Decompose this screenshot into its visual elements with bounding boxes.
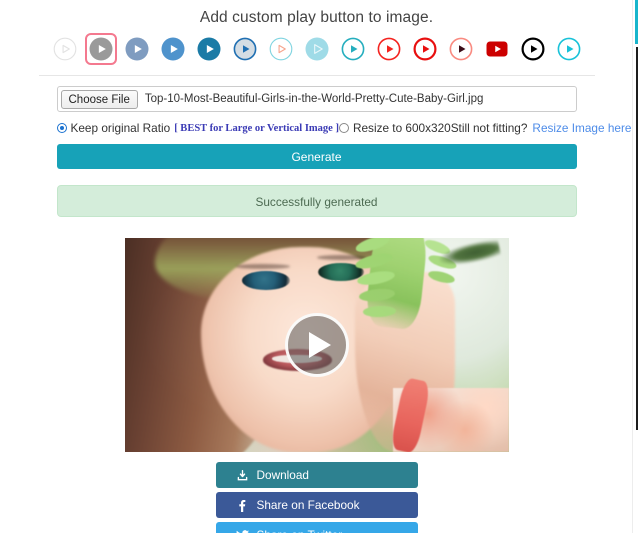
play-style-soft-cyan[interactable]: [300, 33, 333, 65]
resize-image-here-link[interactable]: Resize Image here: [532, 121, 631, 135]
play-style-ring-black[interactable]: [516, 33, 549, 65]
play-style-solid-steel-blue[interactable]: [120, 33, 153, 65]
action-buttons: Download Share on Facebook Share on Twit…: [215, 462, 418, 533]
play-style-outline-gray-light[interactable]: [48, 33, 81, 65]
page-title: Add custom play button to image.: [199, 9, 434, 26]
choose-file-button[interactable]: Choose File: [60, 89, 138, 109]
play-style-ring-salmon-dark-tri[interactable]: [444, 33, 477, 65]
download-button[interactable]: Download: [215, 462, 418, 488]
file-upload-row[interactable]: Choose File Top-10-Most-Beautiful-Girls-…: [56, 86, 577, 112]
twitter-icon: [235, 529, 250, 533]
scrollbar-track-marker: [636, 47, 638, 430]
share-twitter-button[interactable]: Share on Twitter: [215, 522, 418, 533]
play-style-ring-red-thick[interactable]: [408, 33, 441, 65]
radio-keep-original-ratio[interactable]: [56, 123, 67, 133]
play-style-youtube-rounded-rect[interactable]: [480, 33, 513, 65]
download-button-label: Download: [256, 468, 309, 482]
share-facebook-label: Share on Facebook: [256, 498, 360, 512]
play-style-ring-teal[interactable]: [336, 33, 369, 65]
play-style-solid-deep-teal-blue[interactable]: [192, 33, 225, 65]
play-button-style-picker[interactable]: [0, 33, 633, 69]
share-twitter-label: Share on Twitter: [257, 528, 343, 533]
play-overlay-icon[interactable]: [284, 313, 349, 377]
play-style-ring-blue-gray-fill[interactable]: [228, 33, 261, 65]
label-resize-600x320[interactable]: Resize to 600x320: [353, 121, 451, 135]
resize-options-row: Keep original Ratio [ BEST for Large or …: [56, 121, 631, 135]
play-triangle-icon: [309, 332, 331, 358]
selected-file-name: Top-10-Most-Beautiful-Girls-in-the-World…: [144, 93, 484, 105]
play-style-ring-red-thin[interactable]: [372, 33, 405, 65]
scrollbar-thumb[interactable]: [635, 0, 638, 44]
facebook-icon: [235, 499, 250, 512]
play-style-outline-peach[interactable]: [264, 33, 297, 65]
play-style-solid-medium-blue[interactable]: [156, 33, 189, 65]
form-area: Choose File Top-10-Most-Beautiful-Girls-…: [56, 76, 631, 217]
play-style-ring-cyan-gradient[interactable]: [552, 33, 585, 65]
best-for-large-note: [ BEST for Large or Vertical Image ]: [174, 122, 339, 134]
generate-button[interactable]: Generate: [56, 144, 577, 169]
page-root: Add custom play button to image. Choose …: [0, 0, 633, 533]
radio-resize-600x320[interactable]: [338, 123, 349, 133]
image-preview[interactable]: [124, 238, 509, 452]
label-keep-original-ratio[interactable]: Keep original Ratio: [71, 121, 171, 135]
photo-brow-left: [235, 263, 290, 270]
status-message: Successfully generated: [56, 185, 577, 217]
vertical-scrollbar[interactable]: [633, 0, 640, 533]
still-not-fitting-text: Still not fitting?: [450, 121, 528, 135]
share-facebook-button[interactable]: Share on Facebook: [215, 492, 418, 518]
download-icon: [235, 469, 250, 481]
play-style-solid-gray[interactable]: [84, 33, 117, 65]
